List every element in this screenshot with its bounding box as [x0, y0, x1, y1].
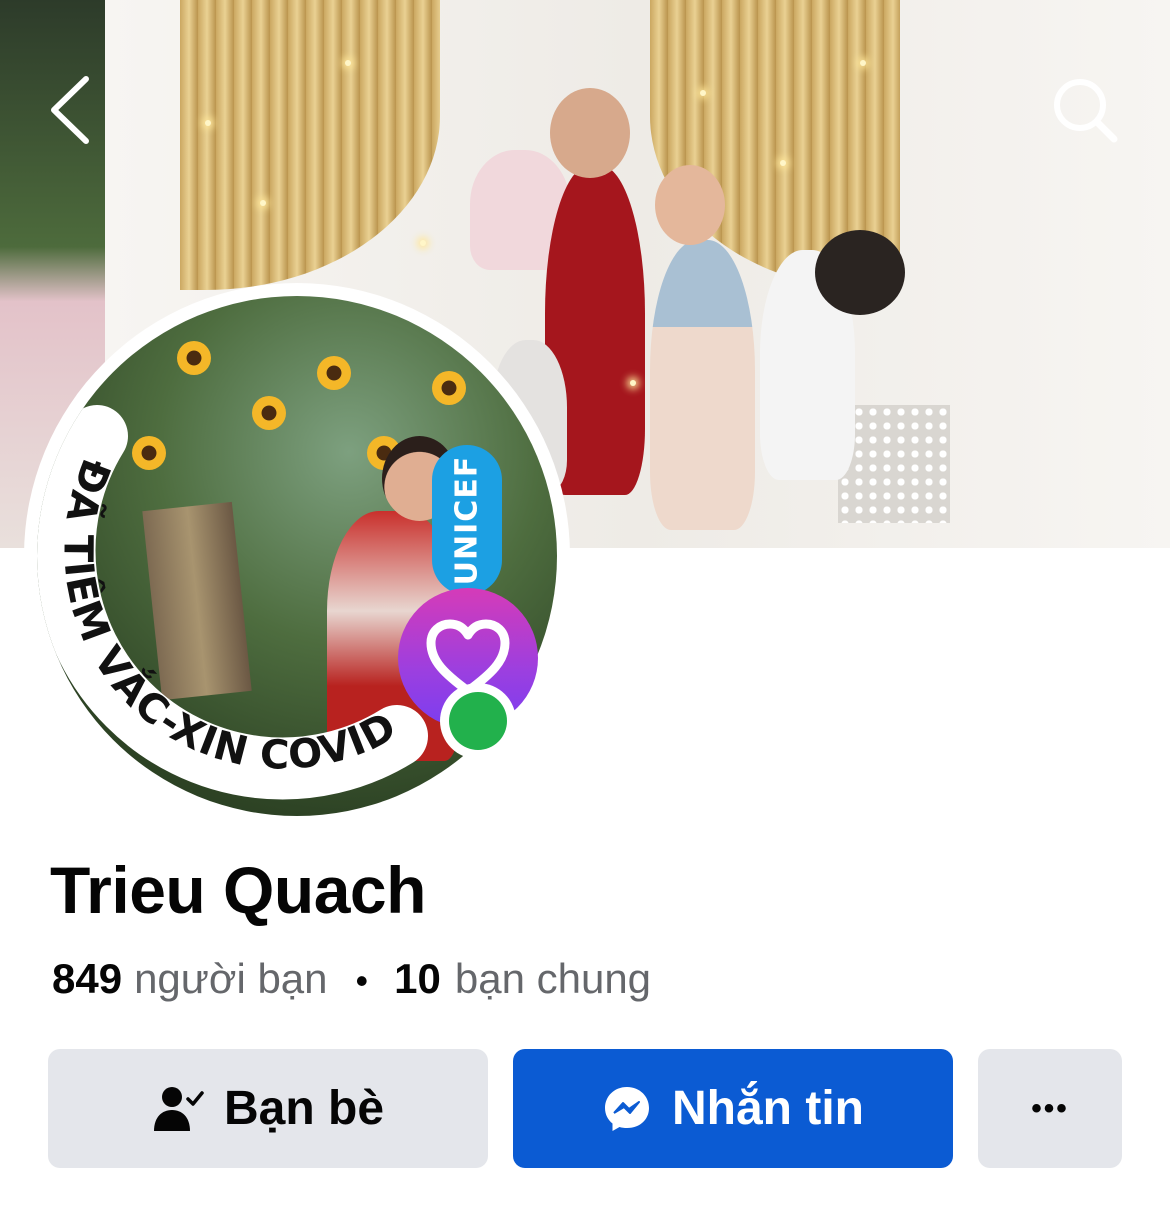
fairy-light	[260, 200, 266, 206]
search-button[interactable]	[1045, 70, 1125, 150]
messenger-icon	[602, 1084, 652, 1134]
chevron-left-icon	[51, 76, 89, 144]
fairy-light	[700, 90, 706, 96]
cover-person-girl-1-head	[655, 165, 725, 245]
fairy-light	[420, 240, 426, 246]
friends-button-label: Bạn bè	[223, 1082, 385, 1135]
fairy-light	[860, 60, 866, 66]
unicef-badge-text: UNICEF	[449, 455, 485, 585]
mutual-friends-label: bạn chung	[454, 955, 652, 1002]
mutual-friends-count: 10	[394, 955, 441, 1002]
profile-name: Trieu Quach	[50, 853, 426, 927]
message-button-label: Nhắn tin	[672, 1082, 864, 1135]
cover-person-girl-2-head	[815, 230, 905, 315]
person-check-icon	[152, 1085, 204, 1133]
unicef-badge: UNICEF	[432, 445, 502, 595]
online-status-indicator	[440, 683, 516, 759]
cover-person-woman-head	[550, 88, 630, 178]
fairy-light	[780, 160, 786, 166]
message-button[interactable]: Nhắn tin	[513, 1049, 953, 1168]
separator-dot: •	[355, 960, 369, 1001]
back-button[interactable]	[30, 70, 110, 150]
friends-summary[interactable]: 849 người bạn • 10 bạn chung	[52, 955, 651, 1003]
cover-person-girl-1	[650, 240, 755, 530]
more-options-button[interactable]: •••	[978, 1049, 1122, 1168]
fairy-light	[345, 60, 351, 66]
friends-button[interactable]: Bạn bè	[48, 1049, 488, 1168]
friends-label: người bạn	[134, 955, 328, 1002]
fairy-light	[205, 120, 211, 126]
more-options-label: •••	[1031, 1091, 1069, 1125]
search-icon	[1054, 79, 1118, 143]
friends-count: 849	[52, 955, 123, 1002]
fairy-light	[630, 380, 636, 386]
